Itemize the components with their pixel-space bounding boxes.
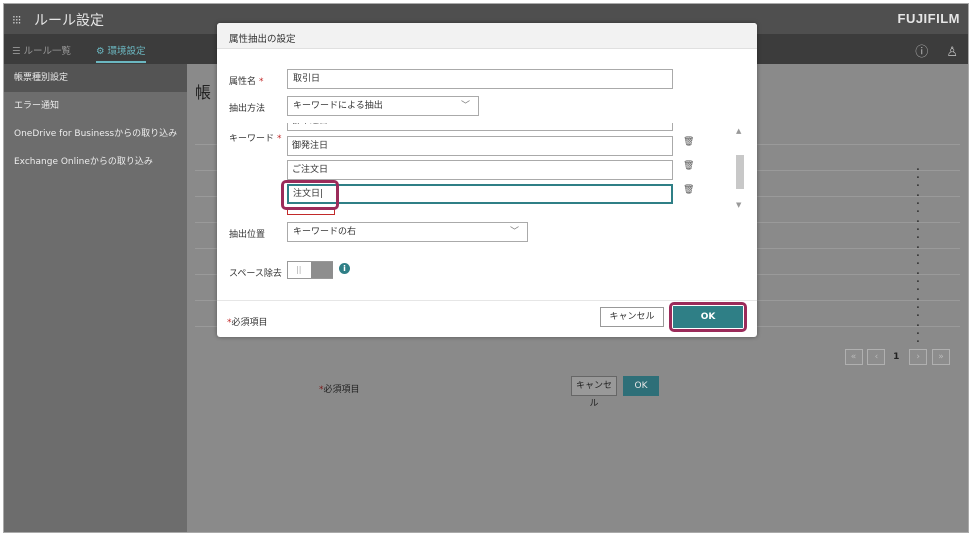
scroll-up-icon[interactable]: ▲	[736, 127, 741, 135]
row-menu-icon[interactable]: · · ·	[916, 268, 920, 297]
keyword-label: キーワード *	[229, 134, 282, 144]
keyword-input[interactable]: 御発注日	[287, 136, 673, 156]
position-label: 抽出位置	[229, 230, 266, 240]
keyword-scrollbar[interactable]: ▲ ▼	[735, 127, 745, 211]
space-remove-toggle[interactable]: ||	[287, 261, 333, 279]
attr-name-input[interactable]: 取引日	[287, 69, 673, 89]
chevron-down-icon: ﹀	[460, 101, 470, 111]
trash-icon[interactable]: 🗑	[683, 123, 697, 128]
keyword-label-text: キーワード	[229, 134, 275, 144]
ok-highlight-callout	[669, 302, 747, 332]
ok-button[interactable]: OK	[623, 376, 659, 396]
app-grid-icon[interactable]: ⁝⁝⁝	[12, 13, 22, 27]
trash-icon[interactable]: 🗑	[683, 161, 697, 177]
row-menu-icon[interactable]: · · ·	[916, 242, 920, 271]
dialog-header: 属性抽出の設定	[217, 23, 757, 49]
user-icon[interactable]: ♙	[946, 45, 958, 60]
chevron-down-icon: ﹀	[509, 227, 519, 237]
nav-right-icons: ⓘ ♙	[901, 41, 958, 60]
keyword-row: 御発注日 🗑	[287, 136, 694, 158]
keyword-row: 御申込日 🗑	[287, 123, 687, 133]
nav-env-settings-label: 環境設定	[107, 46, 146, 57]
keyword-list: 御申込日 🗑 御発注日 🗑 ご注文日 🗑 注文日| 🗑	[287, 123, 749, 215]
first-page-icon[interactable]: «	[844, 349, 863, 365]
toggle-knob	[311, 262, 333, 278]
row-menu-icon[interactable]: · · ·	[916, 190, 920, 219]
page-title: 帳	[195, 83, 212, 102]
app-title: ルール設定	[34, 13, 104, 29]
next-page-icon[interactable]: ›	[909, 349, 928, 365]
trash-icon[interactable]: 🗑	[683, 185, 697, 201]
method-select[interactable]: キーワードによる抽出 ﹀	[287, 96, 479, 116]
gear-icon: ⚙	[96, 46, 108, 57]
row-menu-icon[interactable]: · · ·	[916, 164, 920, 193]
keyword-row: ご注文日 🗑	[287, 160, 694, 182]
nav-env-settings[interactable]: ⚙ 環境設定	[96, 43, 146, 63]
row-menu-icon[interactable]: · · ·	[916, 320, 920, 349]
sidebar-item-form-type[interactable]: 帳票種別設定	[4, 64, 187, 92]
list-icon: ☰	[12, 46, 24, 57]
row-menu-icon[interactable]: · · ·	[916, 216, 920, 245]
last-page-icon[interactable]: »	[932, 349, 950, 365]
help-icon[interactable]: ⓘ	[915, 45, 928, 60]
attribute-extract-dialog: 属性抽出の設定 属性名 * 取引日 抽出方法 キーワードによる抽出 ﹀ キーワード…	[217, 23, 757, 337]
method-label: 抽出方法	[229, 104, 266, 114]
method-select-value: キーワードによる抽出	[293, 101, 383, 111]
keyword-input[interactable]: 御申込日	[287, 123, 673, 131]
dialog-title: 属性抽出の設定	[229, 34, 296, 45]
keyword-input-active[interactable]: 注文日|	[287, 184, 673, 204]
cancel-button[interactable]: キャンセル	[600, 307, 664, 327]
keyword-highlight-callout	[281, 180, 339, 210]
keyword-input[interactable]: ご注文日	[287, 160, 673, 180]
keyword-row: 注文日| 🗑	[287, 184, 694, 206]
required-note-text: 必須項目	[231, 318, 268, 328]
sidebar-item-onedrive[interactable]: OneDrive for Businessからの取り込み	[4, 120, 187, 148]
attr-name-label-text: 属性名	[229, 77, 257, 87]
brand-logo: FUJIFILM	[897, 11, 960, 26]
position-select[interactable]: キーワードの右 ﹀	[287, 222, 528, 242]
info-icon[interactable]: i	[339, 263, 350, 274]
attr-name-label: 属性名 *	[229, 77, 264, 87]
app-window: ⁝⁝⁝ ルール設定 FUJIFILM ☰ ルール一覧 ⚙ 環境設定 ⓘ ♙ 帳票…	[3, 3, 969, 533]
toggle-off-mark: ||	[296, 265, 302, 274]
nav-rule-list-label: ルール一覧	[23, 46, 72, 57]
position-select-value: キーワードの右	[293, 227, 357, 237]
table-pager: « ‹ 1 › »	[843, 349, 950, 365]
nav-rule-list[interactable]: ☰ ルール一覧	[12, 43, 71, 57]
required-note: *必須項目	[319, 385, 360, 395]
page-number[interactable]: 1	[888, 352, 904, 362]
required-note: *必須項目	[227, 318, 268, 328]
cancel-button[interactable]: キャンセル	[571, 376, 617, 409]
sidebar: 帳票種別設定 エラー通知 OneDrive for Businessからの取り込…	[4, 64, 187, 532]
sidebar-item-exchange[interactable]: Exchange Onlineからの取り込み	[4, 148, 187, 176]
sidebar-item-error-notice[interactable]: エラー通知	[4, 92, 187, 120]
space-remove-label: スペース除去	[229, 269, 282, 279]
prev-page-icon[interactable]: ‹	[867, 349, 886, 365]
trash-icon[interactable]: 🗑	[683, 137, 697, 153]
dialog-divider	[217, 300, 757, 301]
background-dialog: *必須項目 キャンセル OK	[309, 330, 670, 409]
scroll-down-icon[interactable]: ▼	[736, 201, 741, 209]
scroll-thumb[interactable]	[736, 155, 744, 189]
row-menu-icon[interactable]: · · ·	[916, 294, 920, 323]
required-note-text: 必須項目	[323, 385, 360, 395]
